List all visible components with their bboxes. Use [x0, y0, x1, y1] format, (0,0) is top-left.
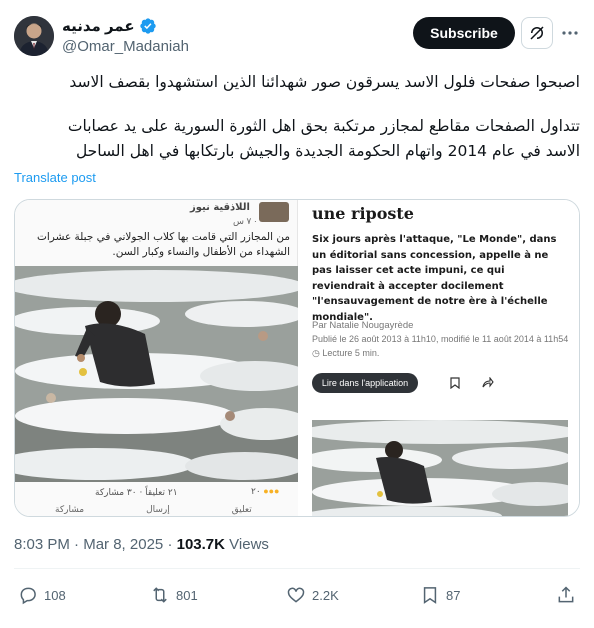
avatar-icon	[14, 16, 54, 56]
fb-post-footer: ٢١ تعليقاً · ٣٠ مشاركة ٢٠ ●●● مشاركة إرس…	[15, 482, 298, 516]
repost-icon	[153, 587, 167, 603]
reply-button[interactable]: 108	[18, 580, 66, 610]
divider	[14, 568, 580, 569]
repost-count: 801	[176, 587, 198, 603]
avatar[interactable]	[14, 16, 54, 56]
fb-send-action: إرسال	[146, 504, 170, 514]
tweet-meta: 8:03 PM · Mar 8, 2025 · 103.7K Views	[14, 536, 269, 553]
fb-post-caption: من المجازر التي قامت بها كلاب الجولاني ف…	[36, 231, 290, 258]
fb-comment-action: تعليق	[231, 504, 252, 514]
author-display-name[interactable]: عمر مدنيه	[62, 17, 135, 35]
tweet: عمر مدنيه @Omar_Madaniah Subscribe اصبحو…	[0, 0, 594, 628]
media-image[interactable]: اللاذقية نيوز ٧ س · من المجازر التي قامت…	[14, 199, 580, 517]
grok-icon	[530, 26, 544, 40]
bookmark-count: 87	[446, 587, 461, 603]
verified-badge-icon	[139, 18, 156, 34]
article-photo	[312, 420, 568, 516]
read-time-text: Lecture 5 min.	[322, 348, 380, 358]
subscribe-button[interactable]: Subscribe	[413, 17, 515, 49]
meta-separator-2: ·	[167, 536, 177, 553]
author-name-row[interactable]: عمر مدنيه	[62, 17, 157, 35]
facebook-screenshot-panel: اللاذقية نيوز ٧ س · من المجازر التي قامت…	[15, 200, 298, 516]
shrouded-bodies-photo	[15, 266, 298, 482]
more-options-button[interactable]	[558, 22, 582, 44]
tweet-text: اصبحوا صفحات فلول الاسد يسرقون صور شهدائ…	[14, 70, 580, 164]
views-count: 103.7K	[176, 536, 225, 553]
more-dots-icon	[562, 31, 578, 35]
article-share-icon	[482, 377, 494, 388]
bookmark-button[interactable]: 87	[420, 580, 460, 610]
article-lede: Six jours après l'attaque, "Le Monde", d…	[312, 234, 557, 323]
like-button[interactable]: 2.2K	[286, 580, 339, 610]
bookmark-icon	[423, 587, 437, 604]
page-avatar	[259, 202, 289, 222]
tweet-date[interactable]: Mar 8, 2025	[83, 536, 163, 553]
repost-button[interactable]: 801	[150, 580, 198, 610]
le-monde-screenshot-panel: une riposte Six jours après l'attaque, "…	[298, 200, 579, 516]
read-in-app-button: Lire dans l'application	[312, 373, 418, 393]
tweet-actions: 108 801 2.2K 87	[0, 580, 594, 610]
fb-reactions: ٢٠ ●●●	[251, 486, 280, 497]
tweet-time[interactable]: 8:03 PM	[14, 536, 70, 553]
article-read-time: ◷ Lecture 5 min.	[312, 348, 379, 359]
reply-icon	[20, 587, 36, 605]
fb-share-action: مشاركة	[55, 504, 85, 514]
article-bookmark-icon	[450, 377, 460, 389]
share-button[interactable]	[556, 580, 576, 610]
tweet-line-1: اصبحوا صفحات فلول الاسد يسرقون صور شهدائ…	[69, 73, 580, 91]
grok-button[interactable]	[521, 17, 553, 49]
reactions-count: ٢٠	[251, 486, 261, 496]
views-label-text: Views	[229, 536, 269, 553]
fb-post-time: ٧ س ·	[233, 216, 257, 226]
clock-icon: ◷	[312, 348, 323, 358]
author-handle[interactable]: @Omar_Madaniah	[62, 38, 189, 55]
meta-separator-1: ·	[74, 536, 84, 553]
article-heading: une riposte	[312, 204, 414, 223]
article-author: Par Natalie Nougayrède	[312, 320, 414, 331]
reply-count: 108	[44, 587, 66, 603]
like-count: 2.2K	[312, 587, 339, 603]
article-date: Publié le 26 août 2013 à 11h10, modifié …	[312, 334, 569, 344]
share-icon	[558, 586, 574, 603]
tweet-line-3: الاسد في عام 2014 واتهام الحكومة الجديدة…	[75, 142, 580, 160]
fb-actions: مشاركة إرسال تعليق	[55, 504, 252, 515]
translate-post-link[interactable]: Translate post	[14, 170, 96, 185]
fb-page-name: اللاذقية نيوز	[190, 202, 250, 213]
tweet-line-2: تتداول الصفحات مقاطع لمجازر مرتكبة بحق ا…	[67, 117, 580, 135]
fb-post-stats: ٢١ تعليقاً · ٣٠ مشاركة	[95, 488, 178, 498]
reaction-emojis-icon: ●●●	[263, 486, 280, 496]
heart-icon	[287, 587, 305, 603]
